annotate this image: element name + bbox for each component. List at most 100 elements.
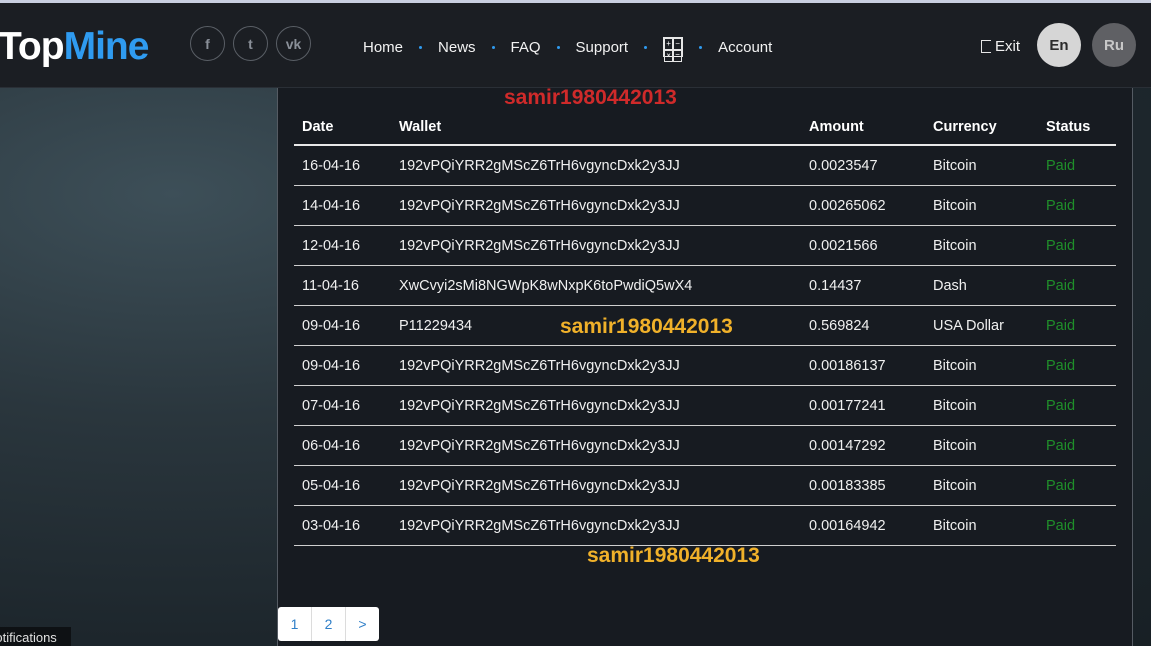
amount-cell: 0.0023547 [801,145,925,186]
currency-cell: Bitcoin [925,185,1038,226]
watermark-text: samir1980442013 [587,544,760,567]
table-row: 12-04-16 192vPQiYRR2gMScZ6TrH6vgyncDxk2y3… [294,225,1116,266]
date-cell: 16-04-16 [294,145,391,186]
col-status: Status [1038,110,1116,146]
notifications-tab[interactable]: Notifications [0,627,71,646]
site-header: TopMine f t vk Home News FAQ Support + − ×… [0,3,1151,88]
amount-cell: 0.0021566 [801,225,925,266]
wallet-cell: 192vPQiYRR2gMScZ6TrH6vgyncDxk2y3JJ [391,185,801,226]
exit-label: Exit [995,38,1021,55]
date-cell: 03-04-16 [294,505,391,546]
nav-separator [491,45,495,49]
facebook-icon[interactable]: f [190,26,225,61]
table-row: 06-04-16 192vPQiYRR2gMScZ6TrH6vgyncDxk2y3… [294,425,1116,466]
status-cell: Paid [1038,305,1116,346]
logo-part-mine: Mine [63,25,150,68]
wallet-cell: 192vPQiYRR2gMScZ6TrH6vgyncDxk2y3JJ [391,345,801,386]
nav-support[interactable]: Support [576,39,629,56]
table-row: 05-04-16 192vPQiYRR2gMScZ6TrH6vgyncDxk2y3… [294,465,1116,506]
col-date: Date [294,110,391,146]
currency-cell: USA Dollar [925,305,1038,346]
date-cell: 09-04-16 [294,305,391,346]
calc-cell: + [664,38,674,50]
date-cell: 06-04-16 [294,425,391,466]
table-row: 14-04-16 192vPQiYRR2gMScZ6TrH6vgyncDxk2y3… [294,185,1116,226]
status-cell: Paid [1038,225,1116,266]
date-cell: 05-04-16 [294,465,391,506]
currency-cell: Dash [925,265,1038,306]
table-row: 16-04-16 192vPQiYRR2gMScZ6TrH6vgyncDxk2y3… [294,145,1116,186]
nav-account[interactable]: Account [718,39,772,56]
nav-separator [556,45,560,49]
table-row: 11-04-16 XwCvyi2sMi8NGWpK8wNxpK6toPwdiQ5w… [294,265,1116,306]
nav-separator [644,45,648,49]
status-cell: Paid [1038,345,1116,386]
wallet-cell: XwCvyi2sMi8NGWpK8wNxpK6toPwdiQ5wX4 [391,265,801,306]
page-2-button[interactable]: 2 [312,607,346,641]
next-page-button[interactable]: > [346,607,379,641]
nav-separator [419,45,423,49]
pagination: 1 2 > [278,607,379,641]
amount-cell: 0.00265062 [801,185,925,226]
wallet-cell: 192vPQiYRR2gMScZ6TrH6vgyncDxk2y3JJ [391,465,801,506]
amount-cell: 0.14437 [801,265,925,306]
wallet-cell: 192vPQiYRR2gMScZ6TrH6vgyncDxk2y3JJ [391,225,801,266]
date-cell: 07-04-16 [294,385,391,426]
status-cell: Paid [1038,465,1116,506]
amount-cell: 0.00147292 [801,425,925,466]
amount-cell: 0.569824 [801,305,925,346]
wallet-cell: 192vPQiYRR2gMScZ6TrH6vgyncDxk2y3JJ [391,505,801,546]
table-body: 16-04-16 192vPQiYRR2gMScZ6TrH6vgyncDxk2y3… [294,145,1116,546]
main-nav: Home News FAQ Support + − × = Account [363,37,772,62]
exit-icon [981,40,991,53]
currency-cell: Bitcoin [925,145,1038,186]
col-amount: Amount [801,110,925,146]
currency-cell: Bitcoin [925,465,1038,506]
table-row: 03-04-16 192vPQiYRR2gMScZ6TrH6vgyncDxk2y3… [294,505,1116,546]
lang-en-button[interactable]: En [1037,23,1081,67]
logo-part-top: Top [0,25,65,68]
vk-icon[interactable]: vk [276,26,311,61]
calc-cell: × [664,50,674,62]
lang-ru-button[interactable]: Ru [1092,23,1136,67]
table-row: 07-04-16 192vPQiYRR2gMScZ6TrH6vgyncDxk2y3… [294,385,1116,426]
currency-cell: Bitcoin [925,225,1038,266]
date-cell: 14-04-16 [294,185,391,226]
page-1-button[interactable]: 1 [278,607,312,641]
twitter-icon[interactable]: t [233,26,268,61]
currency-cell: Bitcoin [925,425,1038,466]
date-cell: 09-04-16 [294,345,391,386]
exit-button[interactable]: Exit [981,38,1020,55]
currency-cell: Bitcoin [925,345,1038,386]
nav-home[interactable]: Home [363,39,403,56]
amount-cell: 0.00183385 [801,465,925,506]
nav-faq[interactable]: FAQ [511,39,541,56]
status-cell: Paid [1038,425,1116,466]
wallet-cell: 192vPQiYRR2gMScZ6TrH6vgyncDxk2y3JJ [391,425,801,466]
status-cell: Paid [1038,385,1116,426]
amount-cell: 0.00164942 [801,505,925,546]
currency-cell: Bitcoin [925,505,1038,546]
date-cell: 12-04-16 [294,225,391,266]
date-cell: 11-04-16 [294,265,391,306]
calc-cell: = [673,50,683,62]
topmine-logo[interactable]: TopMine [0,25,150,69]
status-cell: Paid [1038,145,1116,186]
wallet-cell: 192vPQiYRR2gMScZ6TrH6vgyncDxk2y3JJ [391,385,801,426]
status-cell: Paid [1038,265,1116,306]
social-links: f t vk [190,26,311,61]
nav-news[interactable]: News [438,39,476,56]
nav-separator [699,45,703,49]
col-currency: Currency [925,110,1038,146]
table-header-row: Date Wallet Amount Currency Status [294,110,1116,146]
amount-cell: 0.00186137 [801,345,925,386]
currency-cell: Bitcoin [925,385,1038,426]
calculator-icon[interactable]: + − × = [663,37,684,62]
wallet-cell: 192vPQiYRR2gMScZ6TrH6vgyncDxk2y3JJ [391,145,801,186]
status-cell: Paid [1038,185,1116,226]
table-row: 09-04-16 192vPQiYRR2gMScZ6TrH6vgyncDxk2y3… [294,345,1116,386]
col-wallet: Wallet [391,110,801,146]
calc-cell: − [673,38,683,50]
watermark-text: samir1980442013 [504,86,677,109]
watermark-text: samir1980442013 [560,315,733,338]
